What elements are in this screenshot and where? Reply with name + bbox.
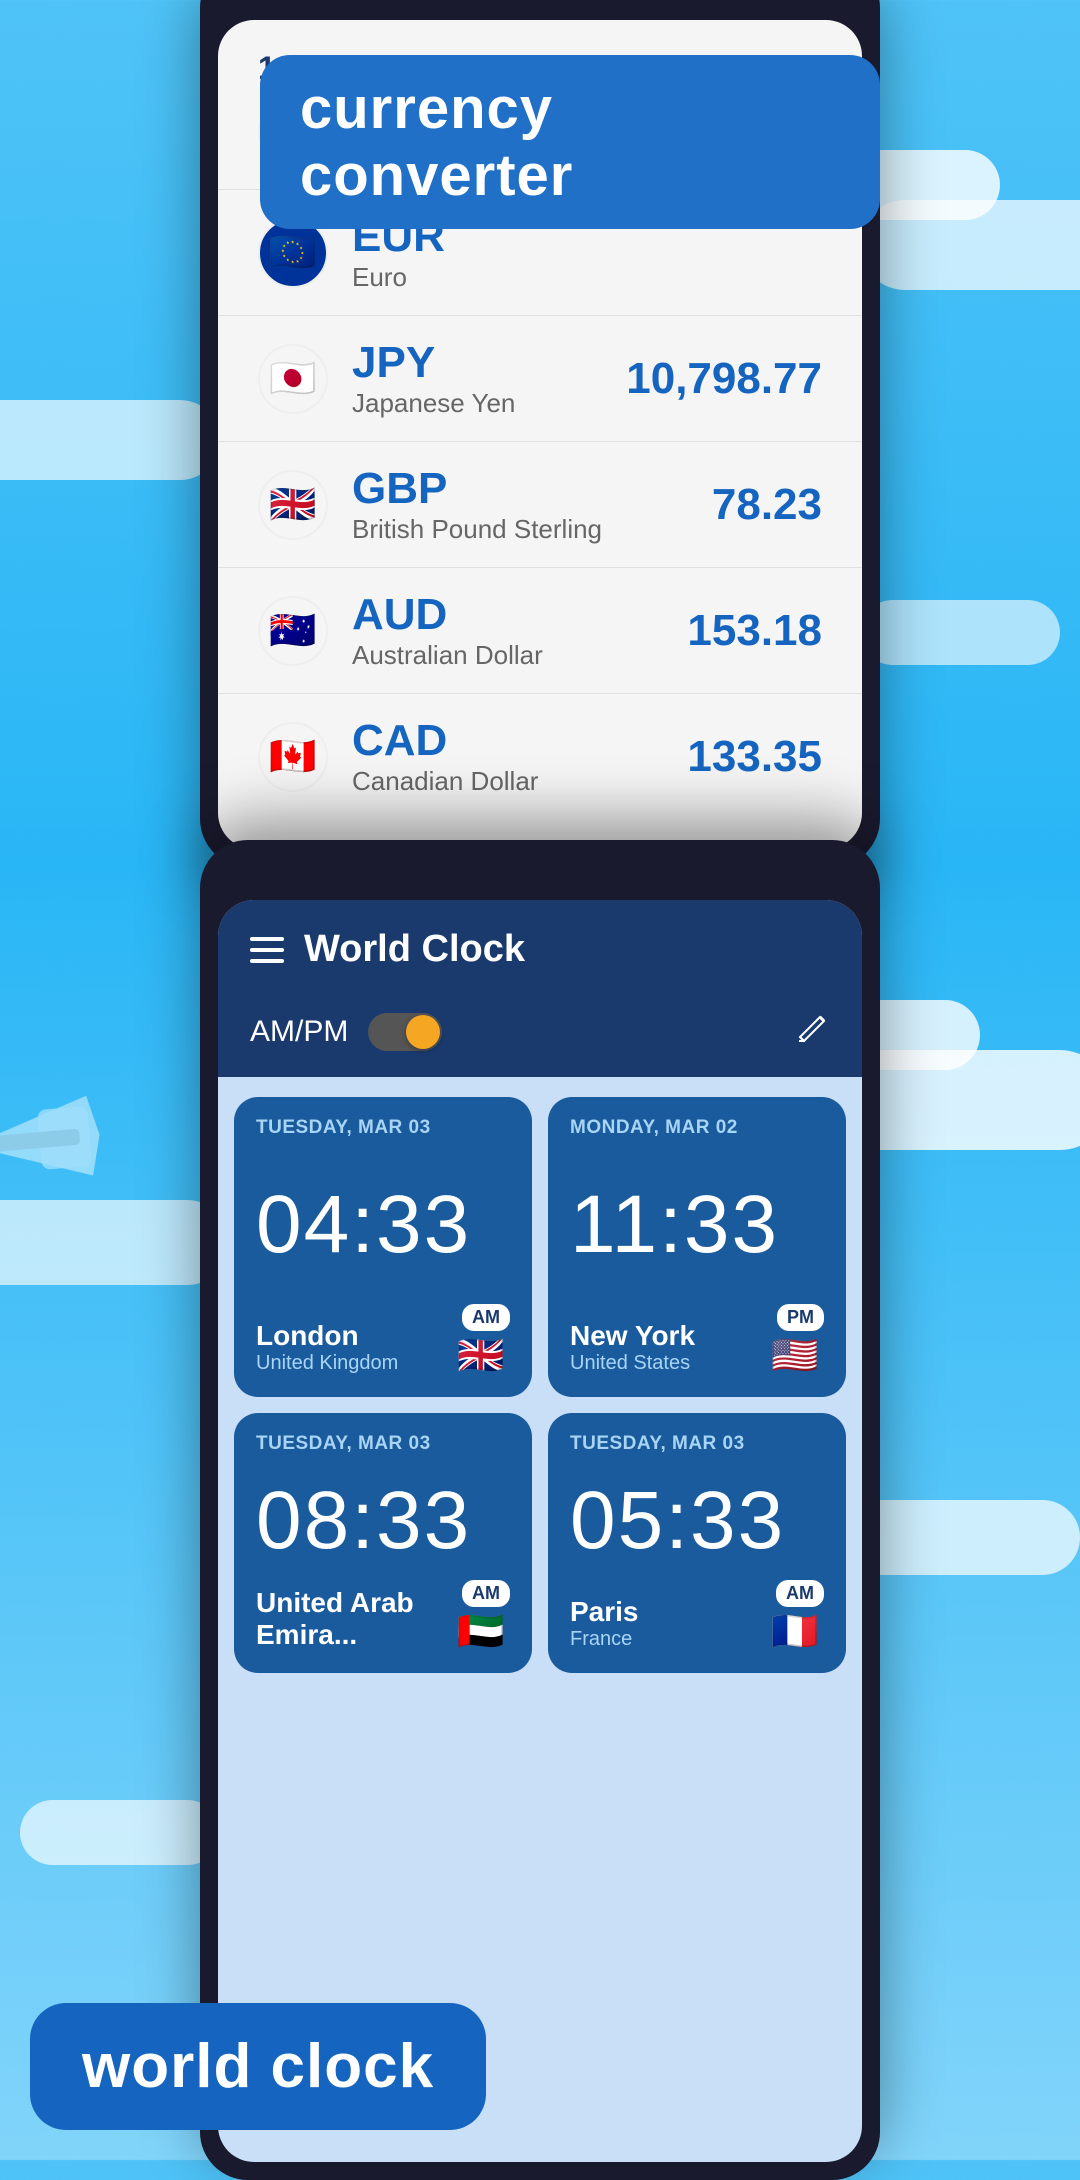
hamburger-menu-button[interactable] — [250, 937, 284, 963]
newyork-right: PM 🇺🇸 — [766, 1304, 824, 1375]
paris-city: Paris — [570, 1596, 639, 1628]
gbp-flag-emoji: 🇬🇧 — [269, 486, 316, 524]
world-clock-badge-label: world clock — [82, 2032, 434, 2101]
newyork-time: 11:33 — [570, 1155, 824, 1294]
gbp-name: British Pound Sterling — [352, 514, 712, 545]
london-location: London United Kingdom — [256, 1320, 398, 1375]
currency-phone: currency converter 100 USD equals: 🇺🇸 US… — [200, 0, 880, 867]
paris-location: Paris France — [570, 1596, 639, 1651]
currency-converter-badge: currency converter — [260, 55, 880, 229]
london-ampm: AM — [462, 1304, 510, 1331]
currency-row: 🇯🇵 JPY Japanese Yen 10,798.77 — [218, 316, 862, 442]
london-footer: London United Kingdom AM 🇬🇧 — [256, 1304, 510, 1375]
uae-footer: United Arab Emira... AM 🇦🇪 — [256, 1580, 510, 1651]
aud-flag-emoji: 🇦🇺 — [269, 612, 316, 650]
paris-country: France — [570, 1628, 639, 1651]
currency-row: 🇨🇦 CAD Canadian Dollar 133.35 — [218, 694, 862, 819]
cad-flag-emoji: 🇨🇦 — [269, 738, 316, 776]
london-country: United Kingdom — [256, 1352, 398, 1375]
world-clock-phone: World Clock AM/PM — [200, 840, 880, 2180]
paris-date: TUESDAY, MAR 03 — [570, 1433, 824, 1455]
uae-time: 08:33 — [256, 1471, 510, 1570]
cloud-deco — [0, 400, 220, 480]
gbp-value: 78.23 — [712, 480, 822, 530]
gbp-flag: 🇬🇧 — [258, 470, 328, 540]
london-right: AM 🇬🇧 — [452, 1304, 510, 1375]
world-clock-screen: World Clock AM/PM — [218, 900, 862, 2162]
cad-value: 133.35 — [687, 732, 822, 782]
paris-flag: 🇫🇷 — [766, 1613, 824, 1651]
world-clock-title: World Clock — [304, 928, 830, 971]
toggle-knob — [406, 1015, 440, 1049]
paris-footer: Paris France AM 🇫🇷 — [570, 1580, 824, 1651]
clock-grid: TUESDAY, MAR 03 04:33 London United King… — [218, 1077, 862, 1693]
edit-button[interactable] — [796, 1011, 830, 1053]
newyork-footer: New York United States PM 🇺🇸 — [570, 1304, 824, 1375]
paris-time: 05:33 — [570, 1471, 824, 1570]
london-flag: 🇬🇧 — [452, 1337, 510, 1375]
cad-flag: 🇨🇦 — [258, 722, 328, 792]
jpy-code: JPY — [352, 338, 626, 388]
uae-right: AM 🇦🇪 — [452, 1580, 510, 1651]
cloud-deco — [860, 600, 1060, 665]
aud-info: AUD Australian Dollar — [352, 590, 687, 671]
clock-card-uae: TUESDAY, MAR 03 08:33 United Arab Emira.… — [234, 1413, 532, 1673]
aud-flag: 🇦🇺 — [258, 596, 328, 666]
uae-flag: 🇦🇪 — [452, 1613, 510, 1651]
cloud-deco — [20, 1800, 220, 1865]
eur-flag-emoji: 🇪🇺 — [269, 234, 316, 272]
aud-name: Australian Dollar — [352, 640, 687, 671]
uae-date: TUESDAY, MAR 03 — [256, 1433, 510, 1455]
jpy-value: 10,798.77 — [626, 354, 822, 404]
ampm-label: AM/PM — [250, 1015, 348, 1049]
newyork-city: New York — [570, 1320, 695, 1352]
newyork-location: New York United States — [570, 1320, 695, 1375]
jpy-info: JPY Japanese Yen — [352, 338, 626, 419]
london-city: London — [256, 1320, 398, 1352]
airplane-decoration — [0, 1073, 125, 1211]
newyork-date: MONDAY, MAR 02 — [570, 1117, 824, 1139]
paris-right: AM 🇫🇷 — [766, 1580, 824, 1651]
newyork-ampm: PM — [777, 1304, 824, 1331]
currency-row: 🇬🇧 GBP British Pound Sterling 78.23 — [218, 442, 862, 568]
jpy-flag-emoji: 🇯🇵 — [269, 360, 316, 398]
cloud-deco — [0, 1200, 230, 1285]
uae-location: United Arab Emira... — [256, 1587, 452, 1651]
phone-notch — [522, 858, 558, 894]
uae-ampm: AM — [462, 1580, 510, 1607]
eur-name: Euro — [352, 262, 822, 293]
clock-card-london: TUESDAY, MAR 03 04:33 London United King… — [234, 1097, 532, 1397]
london-time: 04:33 — [256, 1155, 510, 1294]
cad-code: CAD — [352, 716, 687, 766]
world-clock-badge: world clock — [30, 2003, 486, 2130]
london-date: TUESDAY, MAR 03 — [256, 1117, 510, 1139]
world-clock-header: World Clock — [218, 900, 862, 993]
paris-ampm: AM — [776, 1580, 824, 1607]
aud-code: AUD — [352, 590, 687, 640]
currency-badge-label: currency converter — [300, 76, 573, 208]
cad-info: CAD Canadian Dollar — [352, 716, 687, 797]
aud-value: 153.18 — [687, 606, 822, 656]
world-clock-toolbar: AM/PM — [218, 993, 862, 1077]
gbp-info: GBP British Pound Sterling — [352, 464, 712, 545]
ampm-toggle-row: AM/PM — [250, 1013, 442, 1051]
cad-name: Canadian Dollar — [352, 766, 687, 797]
currency-row: 🇦🇺 AUD Australian Dollar 153.18 — [218, 568, 862, 694]
uae-city: United Arab Emira... — [256, 1587, 452, 1651]
newyork-country: United States — [570, 1352, 695, 1375]
newyork-flag: 🇺🇸 — [766, 1337, 824, 1375]
jpy-name: Japanese Yen — [352, 388, 626, 419]
gbp-code: GBP — [352, 464, 712, 514]
ampm-toggle[interactable] — [368, 1013, 442, 1051]
clock-card-paris: TUESDAY, MAR 03 05:33 Paris France AM 🇫🇷 — [548, 1413, 846, 1673]
jpy-flag: 🇯🇵 — [258, 344, 328, 414]
clock-card-newyork: MONDAY, MAR 02 11:33 New York United Sta… — [548, 1097, 846, 1397]
